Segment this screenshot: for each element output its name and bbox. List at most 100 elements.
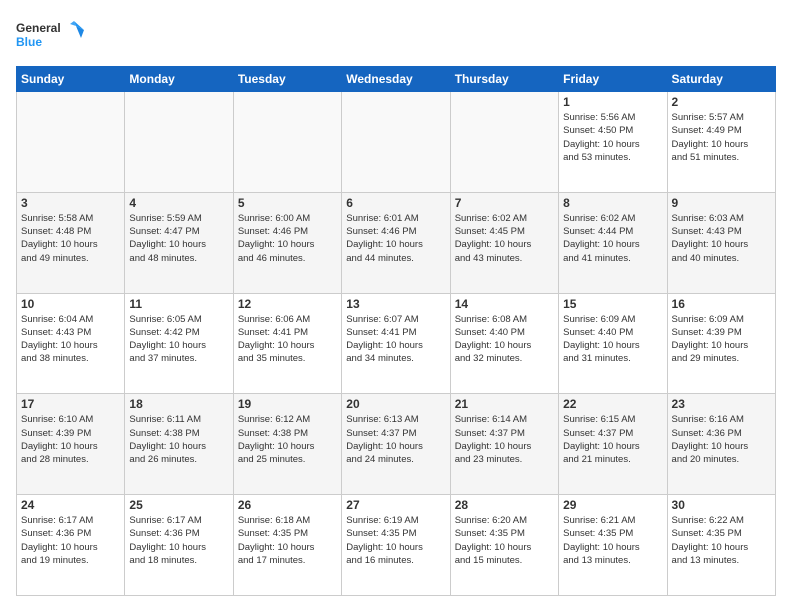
day-info: Sunrise: 6:16 AM Sunset: 4:36 PM Dayligh… bbox=[672, 413, 771, 466]
calendar-week-row: 17 Sunrise: 6:10 AM Sunset: 4:39 PM Dayli… bbox=[17, 394, 776, 495]
calendar-cell: 17 Sunrise: 6:10 AM Sunset: 4:39 PM Dayli… bbox=[17, 394, 125, 495]
day-info: Sunrise: 6:09 AM Sunset: 4:39 PM Dayligh… bbox=[672, 313, 771, 366]
day-number: 18 bbox=[129, 397, 228, 411]
calendar-cell: 16 Sunrise: 6:09 AM Sunset: 4:39 PM Dayli… bbox=[667, 293, 775, 394]
weekday-header: Monday bbox=[125, 67, 233, 92]
day-number: 4 bbox=[129, 196, 228, 210]
day-number: 13 bbox=[346, 297, 445, 311]
weekday-header: Sunday bbox=[17, 67, 125, 92]
day-info: Sunrise: 6:02 AM Sunset: 4:45 PM Dayligh… bbox=[455, 212, 554, 265]
day-info: Sunrise: 6:11 AM Sunset: 4:38 PM Dayligh… bbox=[129, 413, 228, 466]
weekday-header: Wednesday bbox=[342, 67, 450, 92]
calendar-cell: 2Sunrise: 5:57 AM Sunset: 4:49 PM Daylig… bbox=[667, 92, 775, 193]
day-number: 29 bbox=[563, 498, 662, 512]
day-info: Sunrise: 6:09 AM Sunset: 4:40 PM Dayligh… bbox=[563, 313, 662, 366]
day-number: 25 bbox=[129, 498, 228, 512]
day-number: 21 bbox=[455, 397, 554, 411]
logo-svg: General Blue bbox=[16, 16, 86, 56]
calendar-cell: 12 Sunrise: 6:06 AM Sunset: 4:41 PM Dayli… bbox=[233, 293, 341, 394]
day-info: Sunrise: 6:01 AM Sunset: 4:46 PM Dayligh… bbox=[346, 212, 445, 265]
day-info: Sunrise: 6:02 AM Sunset: 4:44 PM Dayligh… bbox=[563, 212, 662, 265]
calendar-cell: 8 Sunrise: 6:02 AM Sunset: 4:44 PM Daylig… bbox=[559, 192, 667, 293]
calendar-cell: 25Sunrise: 6:17 AM Sunset: 4:36 PM Dayli… bbox=[125, 495, 233, 596]
day-number: 14 bbox=[455, 297, 554, 311]
calendar-cell: 11 Sunrise: 6:05 AM Sunset: 4:42 PM Dayli… bbox=[125, 293, 233, 394]
calendar-cell: 24 Sunrise: 6:17 AM Sunset: 4:36 PM Dayli… bbox=[17, 495, 125, 596]
calendar-cell: 1Sunrise: 5:56 AM Sunset: 4:50 PM Daylig… bbox=[559, 92, 667, 193]
day-number: 23 bbox=[672, 397, 771, 411]
day-info: Sunrise: 6:12 AM Sunset: 4:38 PM Dayligh… bbox=[238, 413, 337, 466]
calendar-cell bbox=[233, 92, 341, 193]
day-info: Sunrise: 6:05 AM Sunset: 4:42 PM Dayligh… bbox=[129, 313, 228, 366]
day-info: Sunrise: 6:15 AM Sunset: 4:37 PM Dayligh… bbox=[563, 413, 662, 466]
calendar-cell: 23 Sunrise: 6:16 AM Sunset: 4:36 PM Dayli… bbox=[667, 394, 775, 495]
calendar-cell: 29 Sunrise: 6:21 AM Sunset: 4:35 PM Dayli… bbox=[559, 495, 667, 596]
calendar-header-row: SundayMondayTuesdayWednesdayThursdayFrid… bbox=[17, 67, 776, 92]
day-info: Sunrise: 6:21 AM Sunset: 4:35 PM Dayligh… bbox=[563, 514, 662, 567]
svg-text:Blue: Blue bbox=[16, 35, 42, 49]
day-info: Sunrise: 6:10 AM Sunset: 4:39 PM Dayligh… bbox=[21, 413, 120, 466]
day-number: 12 bbox=[238, 297, 337, 311]
day-info: Sunrise: 6:00 AM Sunset: 4:46 PM Dayligh… bbox=[238, 212, 337, 265]
day-info: Sunrise: 6:13 AM Sunset: 4:37 PM Dayligh… bbox=[346, 413, 445, 466]
calendar-cell: 10Sunrise: 6:04 AM Sunset: 4:43 PM Dayli… bbox=[17, 293, 125, 394]
day-number: 2 bbox=[672, 95, 771, 109]
day-info: Sunrise: 6:14 AM Sunset: 4:37 PM Dayligh… bbox=[455, 413, 554, 466]
calendar-cell: 9 Sunrise: 6:03 AM Sunset: 4:43 PM Daylig… bbox=[667, 192, 775, 293]
calendar-cell bbox=[342, 92, 450, 193]
calendar-cell: 6Sunrise: 6:01 AM Sunset: 4:46 PM Daylig… bbox=[342, 192, 450, 293]
day-info: Sunrise: 6:20 AM Sunset: 4:35 PM Dayligh… bbox=[455, 514, 554, 567]
calendar: SundayMondayTuesdayWednesdayThursdayFrid… bbox=[16, 66, 776, 596]
page: General Blue SundayMondayTuesdayWednesda… bbox=[0, 0, 792, 612]
calendar-cell: 19 Sunrise: 6:12 AM Sunset: 4:38 PM Dayli… bbox=[233, 394, 341, 495]
calendar-week-row: 10Sunrise: 6:04 AM Sunset: 4:43 PM Dayli… bbox=[17, 293, 776, 394]
day-number: 19 bbox=[238, 397, 337, 411]
day-number: 9 bbox=[672, 196, 771, 210]
calendar-week-row: 24 Sunrise: 6:17 AM Sunset: 4:36 PM Dayli… bbox=[17, 495, 776, 596]
weekday-header: Thursday bbox=[450, 67, 558, 92]
calendar-cell bbox=[450, 92, 558, 193]
calendar-cell: 20Sunrise: 6:13 AM Sunset: 4:37 PM Dayli… bbox=[342, 394, 450, 495]
day-number: 27 bbox=[346, 498, 445, 512]
day-number: 5 bbox=[238, 196, 337, 210]
day-info: Sunrise: 6:03 AM Sunset: 4:43 PM Dayligh… bbox=[672, 212, 771, 265]
day-info: Sunrise: 6:04 AM Sunset: 4:43 PM Dayligh… bbox=[21, 313, 120, 366]
day-number: 30 bbox=[672, 498, 771, 512]
calendar-cell: 14 Sunrise: 6:08 AM Sunset: 4:40 PM Dayli… bbox=[450, 293, 558, 394]
calendar-week-row: 3Sunrise: 5:58 AM Sunset: 4:48 PM Daylig… bbox=[17, 192, 776, 293]
day-info: Sunrise: 6:17 AM Sunset: 4:36 PM Dayligh… bbox=[21, 514, 120, 567]
day-number: 8 bbox=[563, 196, 662, 210]
calendar-cell: 18 Sunrise: 6:11 AM Sunset: 4:38 PM Dayli… bbox=[125, 394, 233, 495]
weekday-header: Tuesday bbox=[233, 67, 341, 92]
day-number: 7 bbox=[455, 196, 554, 210]
day-info: Sunrise: 5:59 AM Sunset: 4:47 PM Dayligh… bbox=[129, 212, 228, 265]
day-number: 28 bbox=[455, 498, 554, 512]
day-number: 26 bbox=[238, 498, 337, 512]
calendar-cell: 7 Sunrise: 6:02 AM Sunset: 4:45 PM Daylig… bbox=[450, 192, 558, 293]
day-info: Sunrise: 6:18 AM Sunset: 4:35 PM Dayligh… bbox=[238, 514, 337, 567]
day-number: 11 bbox=[129, 297, 228, 311]
day-info: Sunrise: 6:07 AM Sunset: 4:41 PM Dayligh… bbox=[346, 313, 445, 366]
calendar-cell: 5 Sunrise: 6:00 AM Sunset: 4:46 PM Daylig… bbox=[233, 192, 341, 293]
calendar-cell bbox=[125, 92, 233, 193]
weekday-header: Saturday bbox=[667, 67, 775, 92]
calendar-cell: 28 Sunrise: 6:20 AM Sunset: 4:35 PM Dayli… bbox=[450, 495, 558, 596]
day-number: 16 bbox=[672, 297, 771, 311]
day-number: 3 bbox=[21, 196, 120, 210]
calendar-cell: 26 Sunrise: 6:18 AM Sunset: 4:35 PM Dayli… bbox=[233, 495, 341, 596]
day-info: Sunrise: 6:22 AM Sunset: 4:35 PM Dayligh… bbox=[672, 514, 771, 567]
calendar-cell: 13 Sunrise: 6:07 AM Sunset: 4:41 PM Dayli… bbox=[342, 293, 450, 394]
day-info: Sunrise: 6:19 AM Sunset: 4:35 PM Dayligh… bbox=[346, 514, 445, 567]
logo: General Blue bbox=[16, 16, 86, 56]
day-number: 17 bbox=[21, 397, 120, 411]
calendar-cell: 3Sunrise: 5:58 AM Sunset: 4:48 PM Daylig… bbox=[17, 192, 125, 293]
day-info: Sunrise: 6:08 AM Sunset: 4:40 PM Dayligh… bbox=[455, 313, 554, 366]
calendar-cell: 22 Sunrise: 6:15 AM Sunset: 4:37 PM Dayli… bbox=[559, 394, 667, 495]
calendar-cell bbox=[17, 92, 125, 193]
calendar-cell: 4 Sunrise: 5:59 AM Sunset: 4:47 PM Daylig… bbox=[125, 192, 233, 293]
day-info: Sunrise: 6:06 AM Sunset: 4:41 PM Dayligh… bbox=[238, 313, 337, 366]
day-info: Sunrise: 5:56 AM Sunset: 4:50 PM Dayligh… bbox=[563, 111, 662, 164]
day-number: 24 bbox=[21, 498, 120, 512]
day-number: 15 bbox=[563, 297, 662, 311]
day-number: 22 bbox=[563, 397, 662, 411]
